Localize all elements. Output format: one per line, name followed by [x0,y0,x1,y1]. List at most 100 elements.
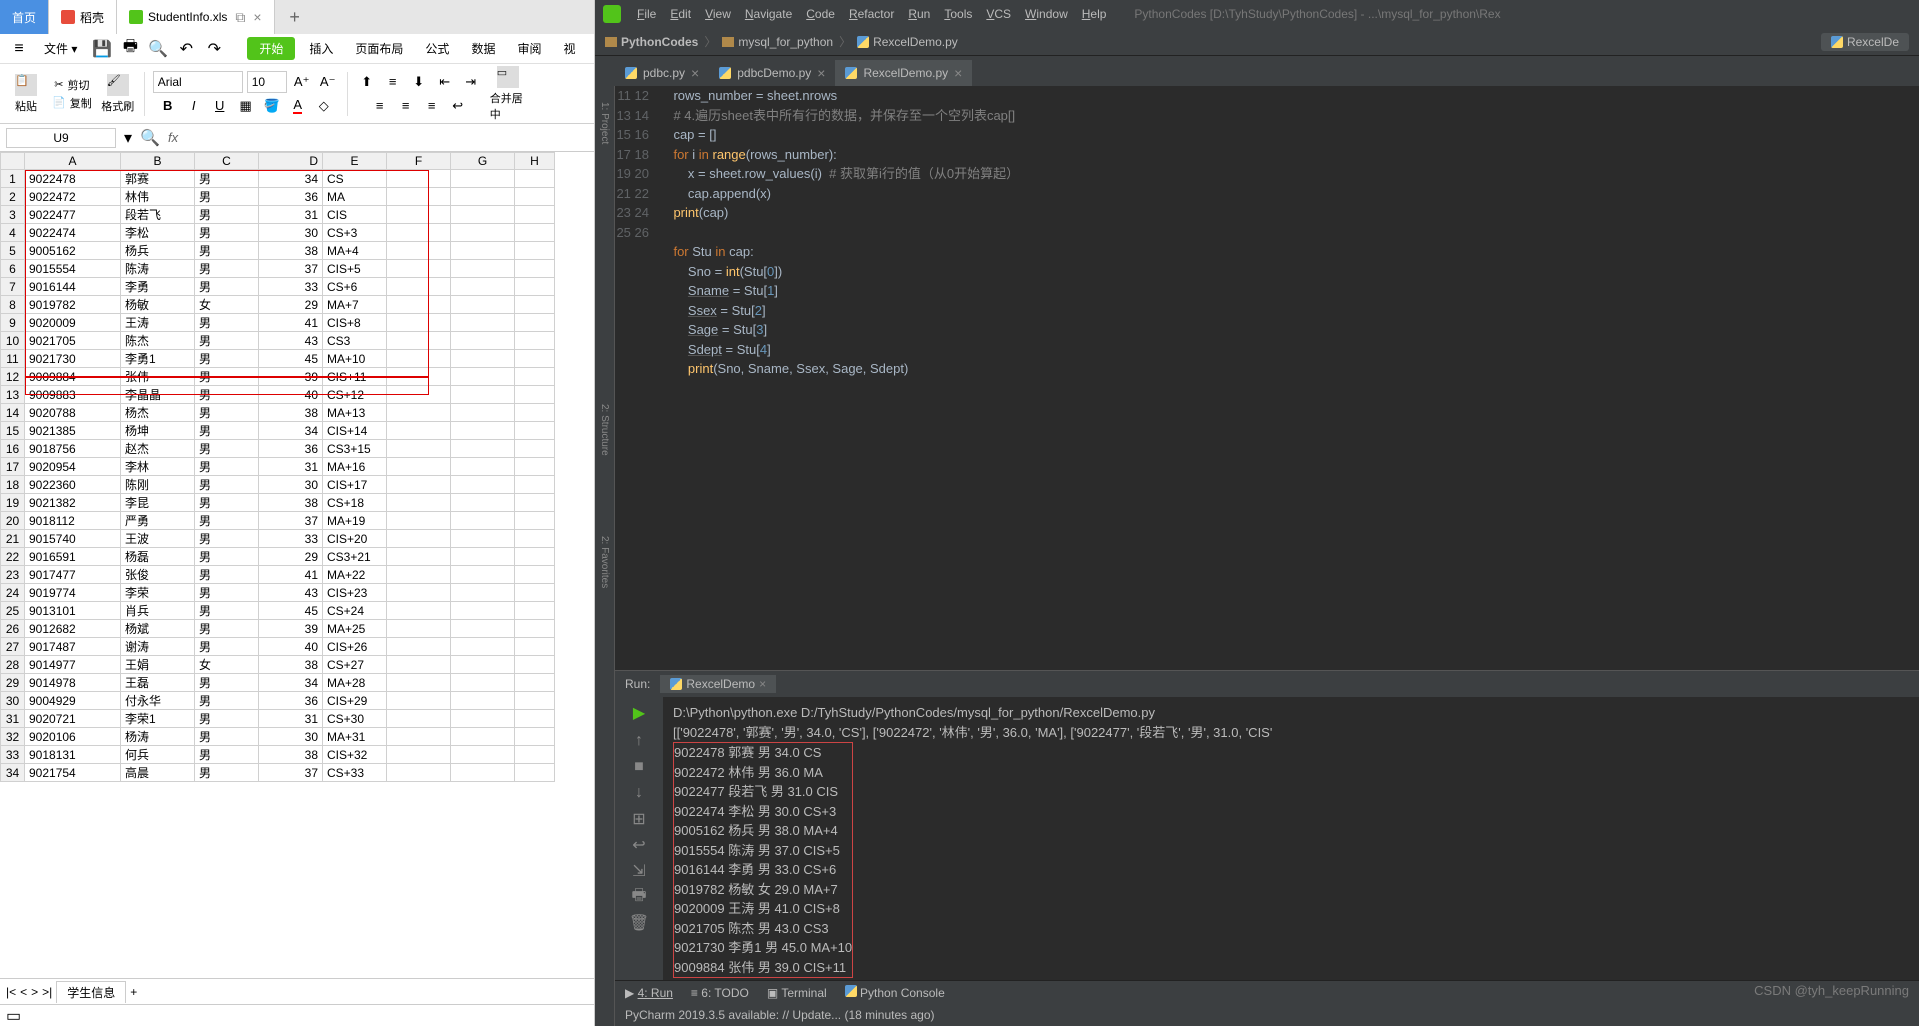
cell[interactable] [451,224,515,242]
menu-vcs[interactable]: VCS [980,7,1017,21]
cell[interactable] [515,458,555,476]
cell[interactable]: 9020009 [25,314,121,332]
cell[interactable]: 34 [259,422,323,440]
cell[interactable]: CIS [323,206,387,224]
cell[interactable]: 严勇 [121,512,195,530]
cell[interactable] [515,260,555,278]
cell[interactable]: CS3 [323,332,387,350]
cell[interactable]: 男 [195,314,259,332]
cell[interactable]: 高晨 [121,764,195,782]
menu-insert[interactable]: 插入 [301,40,341,57]
cell[interactable]: 男 [195,728,259,746]
cell[interactable] [451,278,515,296]
cell[interactable] [387,206,451,224]
preview-icon[interactable]: 🔍 [147,38,169,60]
cell[interactable]: 40 [259,638,323,656]
cell[interactable]: MA+28 [323,674,387,692]
cell[interactable]: CIS+5 [323,260,387,278]
cell[interactable]: 李松 [121,224,195,242]
menu-edit[interactable]: Edit [664,7,697,21]
cell[interactable]: CIS+8 [323,314,387,332]
cell[interactable] [515,422,555,440]
cell[interactable]: MA+7 [323,296,387,314]
cell[interactable] [515,566,555,584]
cell[interactable] [387,350,451,368]
cell[interactable]: 男 [195,548,259,566]
cell[interactable]: 9019774 [25,584,121,602]
cell[interactable]: 36 [259,440,323,458]
cell[interactable] [515,512,555,530]
menu-data[interactable]: 数据 [463,40,503,57]
cell[interactable] [451,584,515,602]
menu-refactor[interactable]: Refactor [843,7,900,21]
cell[interactable] [515,584,555,602]
tool-terminal[interactable]: ▣ Terminal [767,986,827,1000]
nav-prev-icon[interactable]: < [20,985,27,999]
cell[interactable] [515,746,555,764]
italic-icon[interactable]: I [183,95,205,117]
nav-first-icon[interactable]: |< [6,985,16,999]
cell[interactable] [451,710,515,728]
cell[interactable]: 男 [195,170,259,188]
cell[interactable]: 付永华 [121,692,195,710]
menu-review[interactable]: 审阅 [509,40,549,57]
cell[interactable] [515,242,555,260]
cell[interactable] [451,458,515,476]
cell[interactable] [387,602,451,620]
cell[interactable]: 谢涛 [121,638,195,656]
cell[interactable]: 男 [195,206,259,224]
cell[interactable]: 9005162 [25,242,121,260]
tab-add-button[interactable]: + [275,0,315,34]
indent-inc-icon[interactable]: ⇥ [460,71,482,93]
cell[interactable] [515,350,555,368]
cell[interactable] [515,278,555,296]
undo-icon[interactable]: ↶ [175,38,197,60]
cell[interactable]: CIS+17 [323,476,387,494]
close-icon[interactable]: × [253,9,261,25]
decrease-font-icon[interactable]: A⁻ [317,71,339,93]
cell[interactable] [515,386,555,404]
save-icon[interactable]: 💾 [91,38,113,60]
cell[interactable]: CS+33 [323,764,387,782]
align-bot-icon[interactable]: ⬇ [408,71,430,93]
cell[interactable] [387,296,451,314]
cell[interactable]: MA+31 [323,728,387,746]
menu-run[interactable]: Run [902,7,936,21]
rerun-icon[interactable]: ▶ [633,703,645,723]
redo-icon[interactable]: ↷ [203,38,225,60]
cell[interactable]: 李昆 [121,494,195,512]
cell[interactable]: 9018756 [25,440,121,458]
cell[interactable]: 男 [195,458,259,476]
cell[interactable] [515,548,555,566]
cell[interactable]: 男 [195,512,259,530]
cell[interactable]: 9020788 [25,404,121,422]
cell[interactable]: 杨磊 [121,548,195,566]
cell[interactable]: 男 [195,566,259,584]
cell[interactable] [451,656,515,674]
cell[interactable] [387,728,451,746]
cell[interactable] [515,728,555,746]
cell[interactable] [387,692,451,710]
cell[interactable]: CS+12 [323,386,387,404]
align-top-icon[interactable]: ⬆ [356,71,378,93]
menu-navigate[interactable]: Navigate [739,7,798,21]
menu-page[interactable]: 页面布局 [347,40,411,57]
cell[interactable]: CS3+15 [323,440,387,458]
cell[interactable]: 男 [195,332,259,350]
cell[interactable] [451,548,515,566]
cell[interactable]: 9013101 [25,602,121,620]
cell[interactable]: 郭赛 [121,170,195,188]
tool-run[interactable]: ▶ 4: Run [625,986,673,1000]
cell[interactable]: 9017487 [25,638,121,656]
cell[interactable] [387,674,451,692]
cell[interactable]: 36 [259,188,323,206]
name-box[interactable] [6,128,116,148]
cell[interactable]: 肖兵 [121,602,195,620]
cell[interactable]: 9016144 [25,278,121,296]
nav-last-icon[interactable]: >| [42,985,52,999]
menu-start[interactable]: 开始 [247,37,295,60]
cell[interactable]: 45 [259,602,323,620]
editor-tab-rexceldemo[interactable]: RexcelDemo.py× [835,60,972,86]
cell[interactable]: 9022474 [25,224,121,242]
cell[interactable]: 9019782 [25,296,121,314]
